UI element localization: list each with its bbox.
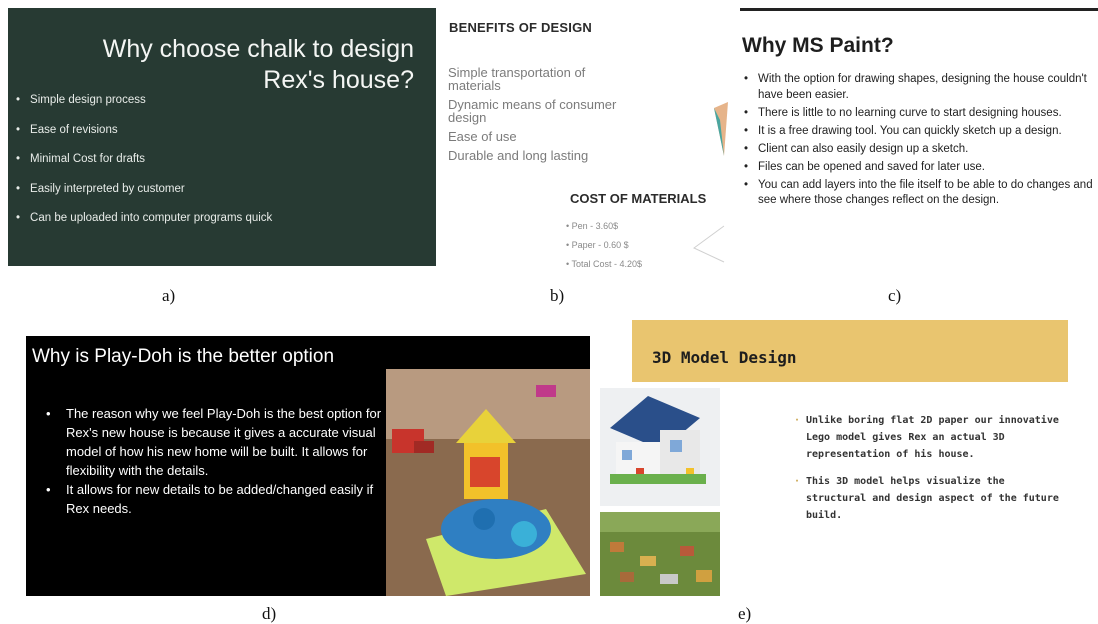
chalk-bullet-list: Simple design process Ease of revisions … [16, 94, 272, 242]
list-item: Dynamic means of consumer design [448, 97, 617, 125]
benefits-list: Simple transportation of materials Dynam… [448, 66, 638, 168]
3d-model-header-band: 3D Model Design [632, 320, 1068, 382]
list-item: Can be uploaded into computer programs q… [16, 212, 272, 224]
caption-e: e) [738, 604, 752, 623]
list-item: Client can also easily design up a sketc… [744, 142, 1094, 158]
decorative-shapes [693, 102, 728, 263]
list-item: Simple transportation of materials [448, 65, 586, 93]
benefits-slide: BENEFITS OF DESIGN Simple transportation… [440, 8, 730, 280]
lego-neighborhood-image [600, 512, 720, 596]
list-item: There is little to no learning curve to … [744, 106, 1094, 122]
3d-model-bullet-list: Unlike boring flat 2D paper our innovati… [794, 412, 1064, 534]
list-item: • Pen - 3.60$ [566, 221, 619, 231]
caption-c: c) [888, 286, 902, 305]
list-item: Durable and long lasting [448, 148, 589, 163]
ms-paint-title: Why MS Paint? [742, 34, 894, 57]
ms-paint-slide: Why MS Paint? With the option for drawin… [734, 8, 1098, 282]
lego-house-image [600, 388, 720, 506]
ms-paint-bullet-list: With the option for drawing shapes, desi… [744, 72, 1094, 211]
3d-model-slide: 3D Model Design Unlike boring flat 2D pa… [596, 316, 1096, 606]
list-item: Minimal Cost for drafts [16, 153, 272, 165]
top-rule [740, 8, 1098, 11]
play-doh-bullet-list: The reason why we feel Play-Doh is the b… [42, 404, 382, 518]
list-item: It allows for new details to be added/ch… [42, 480, 382, 518]
3d-model-title: 3D Model Design [652, 348, 797, 367]
caption-a: a) [162, 286, 176, 305]
play-doh-model-photo [386, 369, 590, 596]
list-item: Unlike boring flat 2D paper our innovati… [794, 412, 1064, 463]
benefits-title: BENEFITS OF DESIGN [449, 20, 593, 35]
list-item: It is a free drawing tool. You can quick… [744, 124, 1094, 140]
chalk-slide-title: Why choose chalk to design Rex's house? [102, 35, 414, 94]
list-item: The reason why we feel Play-Doh is the b… [42, 404, 382, 480]
list-item: With the option for drawing shapes, desi… [744, 72, 1094, 103]
list-item: Ease of use [448, 129, 517, 144]
list-item: Ease of revisions [16, 124, 272, 136]
list-item: • Paper - 0.60 $ [566, 240, 629, 250]
list-item: Easily interpreted by customer [16, 183, 272, 195]
chalk-slide: Why choose chalk to design Rex's house? … [8, 8, 436, 266]
list-item: Simple design process [16, 94, 272, 106]
caption-d: d) [262, 604, 277, 623]
play-doh-slide: Why is Play-Doh is the better option The… [26, 336, 590, 596]
cost-title: COST OF MATERIALS [570, 191, 707, 206]
play-doh-title: Why is Play-Doh is the better option [32, 346, 335, 367]
list-item: You can add layers into the file itself … [744, 178, 1094, 209]
cost-list: • Pen - 3.60$ • Paper - 0.60 $ • Total C… [566, 221, 642, 278]
list-item: This 3D model helps visualize the struct… [794, 473, 1064, 524]
list-item: Files can be opened and saved for later … [744, 160, 1094, 176]
list-item: • Total Cost - 4.20$ [566, 259, 643, 269]
caption-b: b) [550, 286, 565, 305]
